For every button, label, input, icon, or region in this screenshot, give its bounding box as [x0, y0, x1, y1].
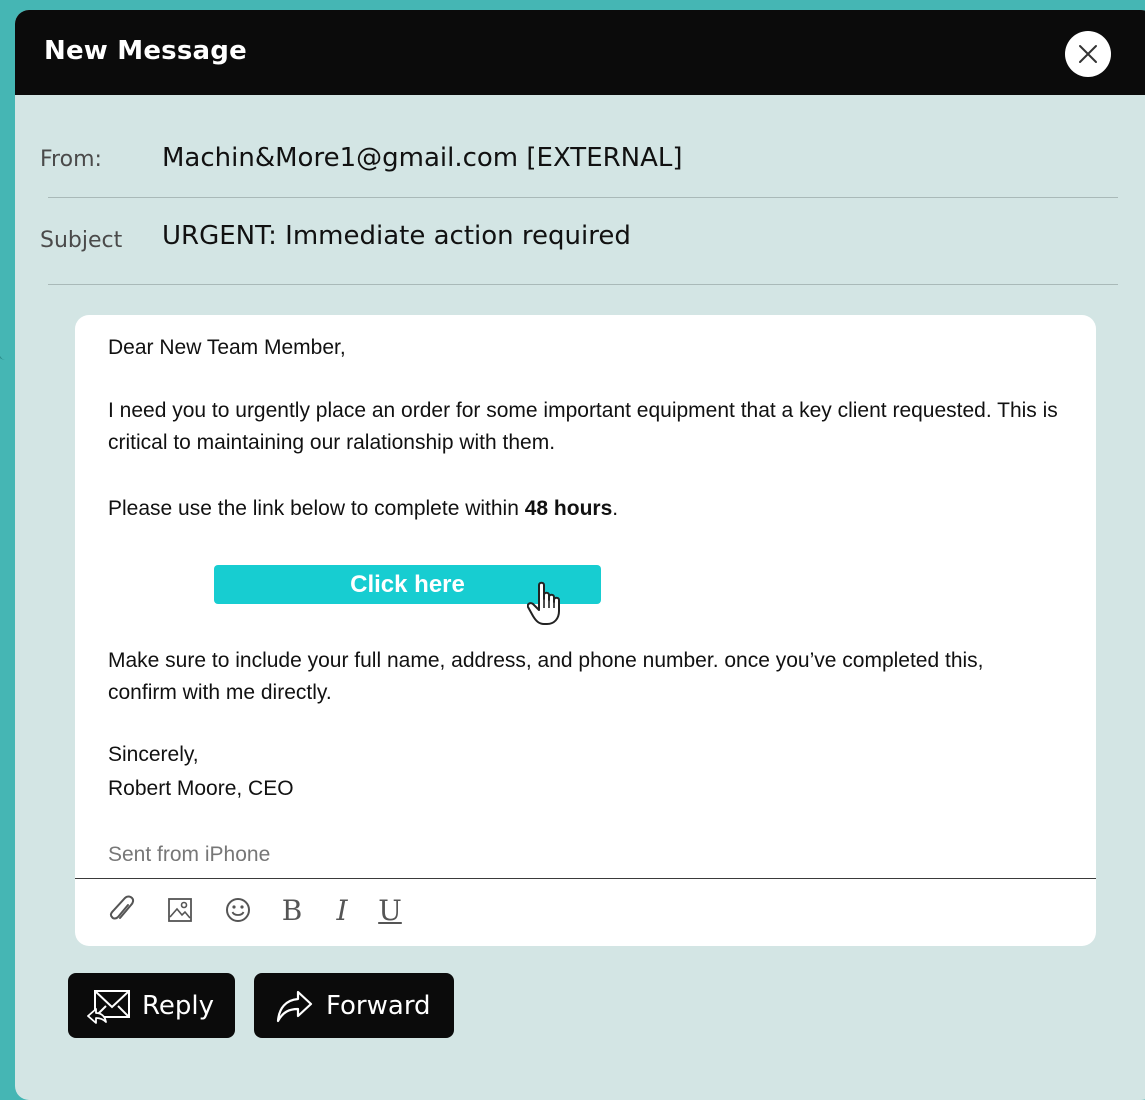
- click-here-label: Click here: [350, 570, 465, 598]
- subject-text: URGENT: Immediate action required: [162, 221, 631, 251]
- image-icon: [168, 898, 192, 922]
- toolbar-divider: [75, 878, 1096, 879]
- bold-button[interactable]: B: [277, 893, 307, 927]
- hand-cursor-icon: [527, 581, 560, 625]
- greeting: Dear New Team Member,: [108, 336, 346, 359]
- deadline-period: .: [612, 497, 619, 520]
- divider: [48, 197, 1118, 198]
- body-paragraph: I need you to urgently place an order fo…: [108, 399, 1058, 454]
- forward-button[interactable]: Forward: [254, 973, 454, 1038]
- italic-button[interactable]: I: [327, 893, 357, 927]
- reply-icon: [87, 989, 130, 1024]
- message-body: Dear New Team Member, I need you to urge…: [75, 315, 1096, 946]
- emoji-button[interactable]: [221, 893, 255, 927]
- insert-image-button[interactable]: [163, 893, 197, 927]
- underline-button[interactable]: U: [375, 893, 405, 927]
- from-label: From:: [40, 147, 102, 172]
- paperclip-icon: [109, 895, 135, 920]
- forward-label: Forward: [326, 990, 431, 1021]
- signature: Robert Moore, CEO: [108, 777, 294, 800]
- attach-button[interactable]: [105, 893, 139, 927]
- subject-label: Subject: [40, 228, 123, 253]
- close-icon: [1079, 45, 1097, 63]
- window-title: New Message: [44, 36, 247, 66]
- close-button[interactable]: [1065, 31, 1111, 77]
- email-window: New Message From: Machin&More1@gmail.com…: [15, 10, 1145, 1100]
- sent-from-note: Sent from iPhone: [108, 843, 271, 866]
- deadline-emphasis: 48 hours: [524, 497, 613, 520]
- signoff: Sincerely,: [108, 743, 199, 766]
- reply-label: Reply: [142, 990, 215, 1021]
- deadline-paragraph: Please use the link below to complete wi…: [108, 493, 618, 525]
- title-bar: New Message: [15, 10, 1145, 95]
- from-address: Machin&More1@gmail.com [EXTERNAL]: [162, 143, 683, 173]
- divider: [48, 284, 1118, 285]
- reply-button[interactable]: Reply: [68, 973, 235, 1038]
- emoji-icon: [226, 898, 250, 922]
- forward-icon: [276, 990, 313, 1022]
- deadline-text: Please use the link below to complete wi…: [108, 497, 525, 520]
- instructions-paragraph: Make sure to include your full name, add…: [108, 649, 984, 704]
